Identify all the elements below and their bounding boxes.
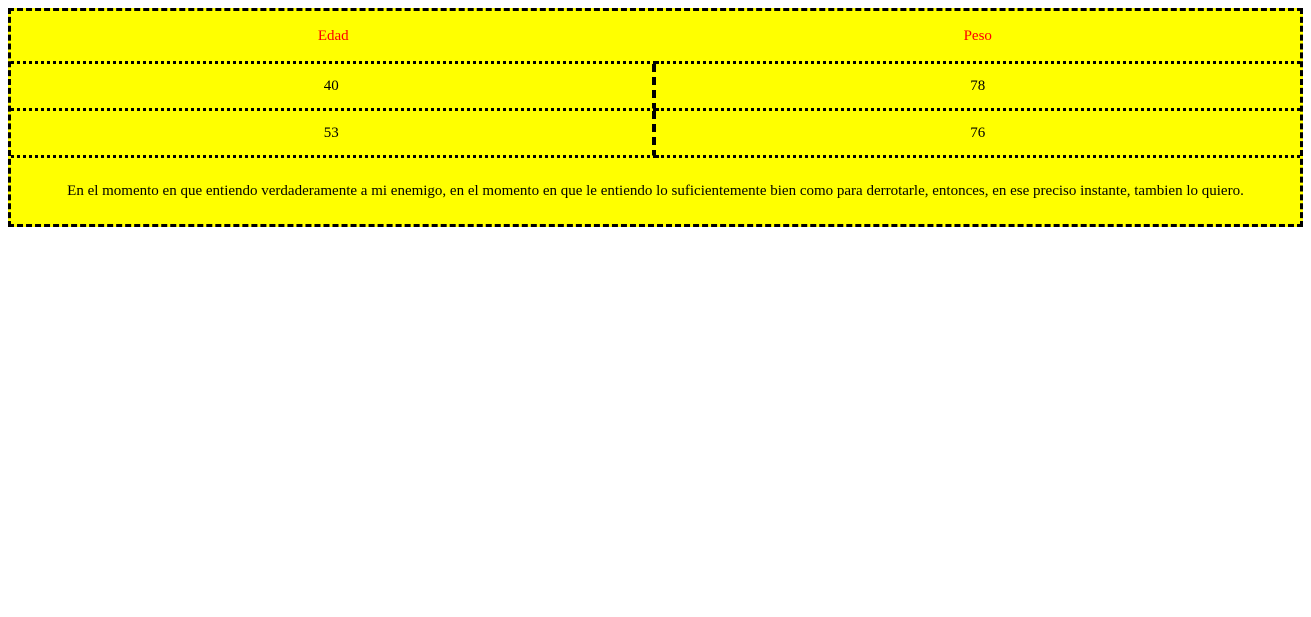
data-table: Edad Peso 40 78 53 76 En el momento en q… [8, 8, 1303, 227]
footer-row: En el momento en que entiendo verdaderam… [11, 158, 1300, 224]
header-row: Edad Peso [11, 11, 1300, 64]
table-container: Edad Peso 40 78 53 76 En el momento en q… [8, 8, 1303, 227]
header-cell-edad: Edad [11, 11, 656, 64]
footer-quote-text: En el momento en que entiendo verdaderam… [11, 158, 1300, 224]
table-cell-peso: 76 [655, 111, 1300, 158]
table-row: 40 78 [11, 64, 1300, 111]
table-cell-edad: 53 [11, 111, 656, 158]
table-row: 53 76 [11, 111, 1300, 158]
header-cell-peso: Peso [655, 11, 1300, 64]
table-cell-peso: 78 [655, 64, 1300, 111]
table-cell-edad: 40 [11, 64, 656, 111]
